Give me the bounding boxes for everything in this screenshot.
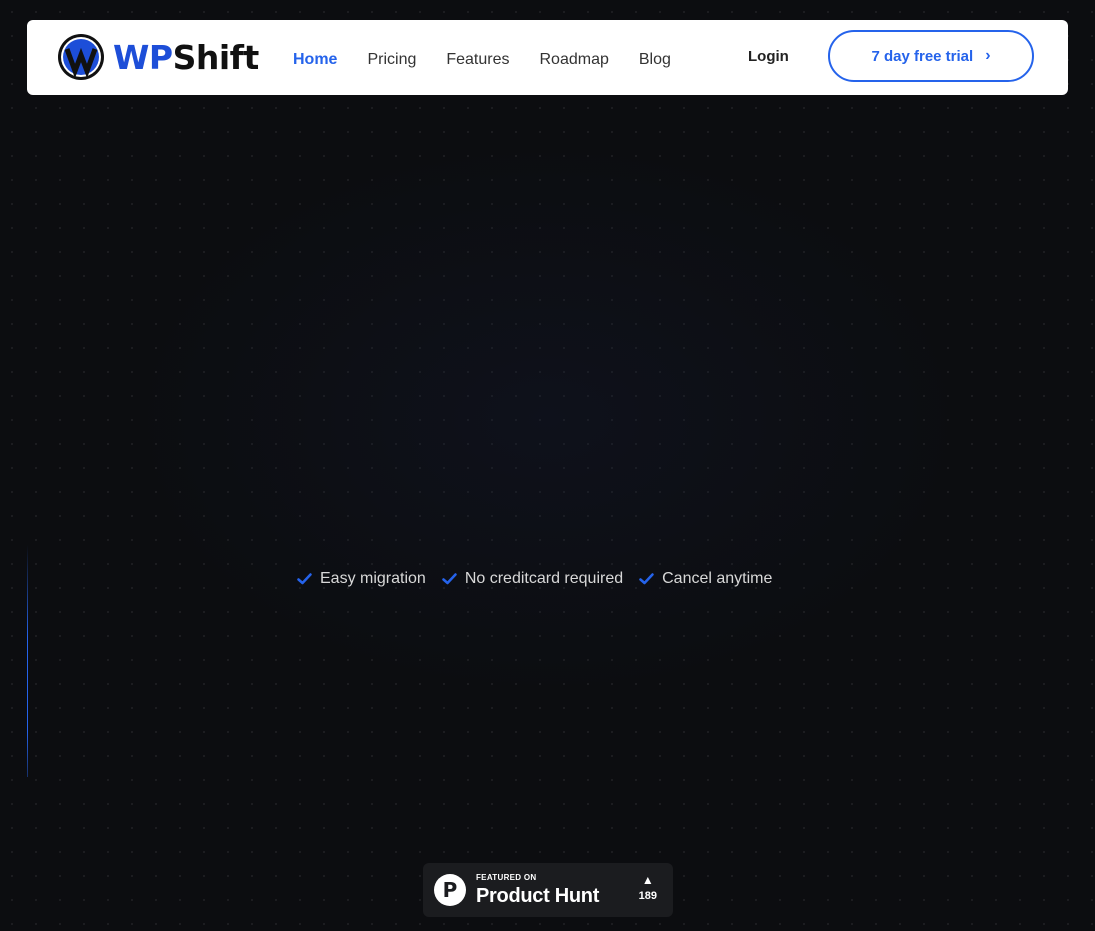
product-hunt-vote-count: 189 (638, 890, 657, 902)
feature-item: Easy migration (297, 570, 426, 588)
product-hunt-logo-icon: P (434, 874, 466, 906)
product-hunt-text: FEATURED ON Product Hunt (476, 873, 600, 907)
chevron-right-icon: › (985, 47, 991, 64)
feature-label: Easy migration (320, 570, 426, 587)
navbar: WPShift Home Pricing Features Roadmap Bl… (27, 20, 1068, 95)
feature-label: Cancel anytime (662, 570, 773, 587)
brand-name-shift: Shift (172, 37, 260, 77)
product-hunt-name: Product Hunt (476, 885, 600, 907)
free-trial-label: 7 day free trial (871, 47, 974, 65)
check-icon (639, 573, 654, 585)
main-nav: Home Pricing Features Roadmap Blog (293, 20, 671, 100)
free-trial-button[interactable]: 7 day free trial › (828, 30, 1034, 82)
feature-item: No creditcard required (442, 570, 623, 588)
feature-item: Cancel anytime (639, 570, 772, 588)
product-hunt-featured-label: FEATURED ON (476, 873, 537, 882)
nav-pricing[interactable]: Pricing (367, 51, 416, 69)
product-hunt-badge[interactable]: P FEATURED ON Product Hunt ▲ 189 (423, 863, 673, 917)
decorative-line (27, 545, 28, 777)
brand-logo[interactable]: WPShift (57, 33, 259, 81)
upvote-triangle-icon: ▲ (641, 873, 654, 887)
brand-name: WPShift (113, 41, 259, 74)
background-glow (0, 0, 1095, 931)
nav-blog[interactable]: Blog (639, 51, 671, 69)
wordpress-logo-icon (58, 34, 104, 80)
check-icon (442, 573, 457, 585)
nav-home[interactable]: Home (293, 51, 337, 69)
feature-list: Easy migration No creditcard required Ca… (297, 570, 788, 588)
feature-label: No creditcard required (464, 570, 624, 587)
product-hunt-votes: ▲ 189 (639, 873, 657, 902)
nav-roadmap[interactable]: Roadmap (540, 51, 609, 69)
check-icon (297, 573, 312, 585)
login-link[interactable]: Login (748, 48, 789, 65)
nav-features[interactable]: Features (446, 51, 509, 69)
brand-name-wp: WP (113, 37, 173, 77)
